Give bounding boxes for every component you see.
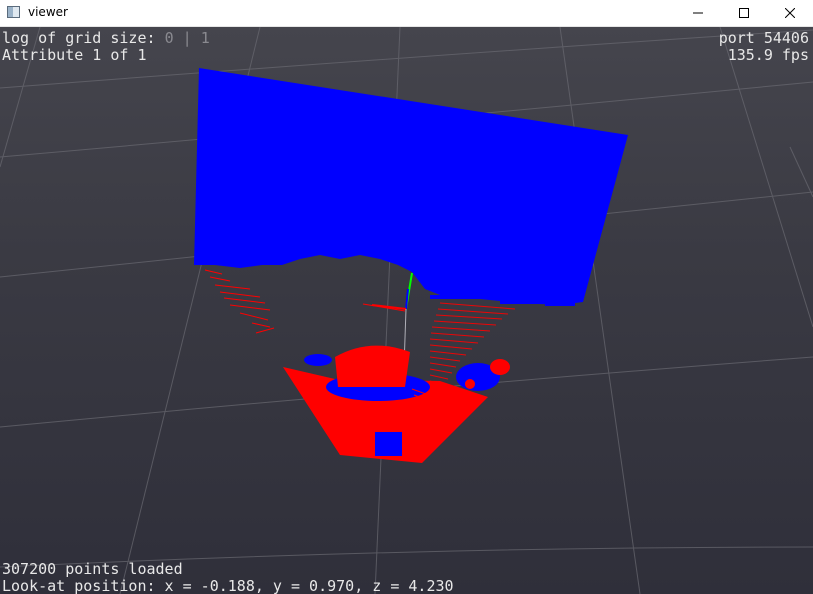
red-scanlines-left: [204, 269, 406, 334]
title-bar[interactable]: viewer: [0, 0, 813, 27]
grid-size-separator: |: [182, 29, 192, 47]
point-cloud-viewport[interactable]: log of grid size: 0 | 1 Attribute 1 of 1…: [0, 27, 813, 594]
lookat-position-label: Look-at position: x = -0.188, y = 0.970,…: [2, 577, 454, 594]
window-title: viewer: [28, 5, 68, 19]
minimize-button[interactable]: [675, 0, 721, 26]
maximize-button[interactable]: [721, 0, 767, 26]
close-icon: [785, 8, 795, 18]
hud-bottom-left: 307200 points loaded Look-at position: x…: [2, 561, 454, 594]
grid-size-value-b: 1: [200, 29, 210, 47]
point-cloud-scene: [0, 27, 813, 594]
port-label: port 54406: [718, 29, 809, 47]
grid-size-label: log of grid size:: [2, 29, 156, 47]
viewer-window: viewer log of grid size: 0 | 1 Attribute…: [0, 0, 813, 594]
minimize-icon: [693, 12, 703, 14]
hud-top-left: log of grid size: 0 | 1 Attribute 1 of 1: [2, 30, 210, 64]
fps-label: 135.9 fps: [727, 46, 809, 64]
hud-top-right: port 54406 135.9 fps: [719, 30, 809, 64]
points-loaded-label: 307200 points loaded: [2, 560, 183, 578]
blue-wall-points: [194, 68, 628, 305]
attribute-label: Attribute 1 of 1: [2, 46, 147, 64]
grid-size-value-a: 0: [164, 29, 174, 47]
close-button[interactable]: [767, 0, 813, 26]
maximize-icon: [739, 8, 749, 18]
app-window-icon: [7, 6, 20, 18]
